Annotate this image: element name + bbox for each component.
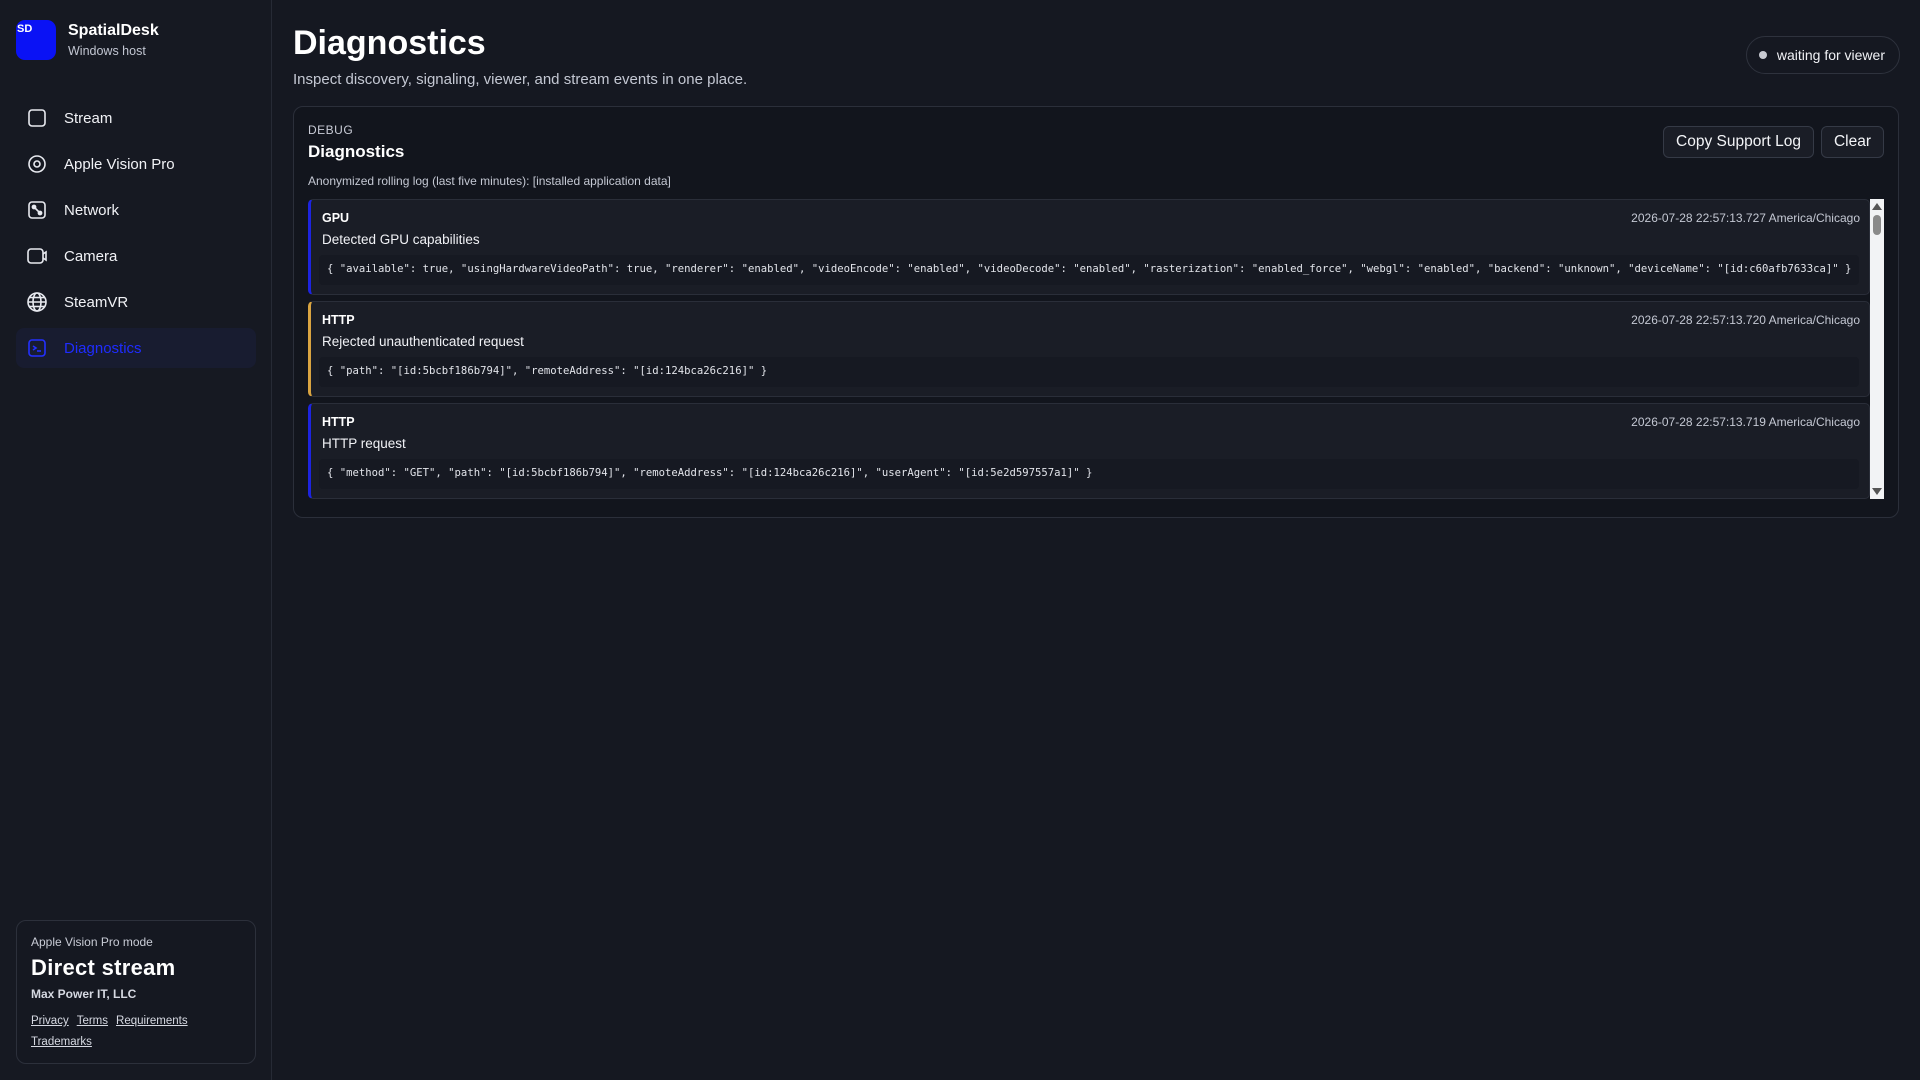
log-payload: { "method": "GET", "path": "[id:5bcbf186… <box>319 459 1859 489</box>
globe-icon <box>26 291 48 313</box>
diagnostics-panel: DEBUG Diagnostics Anonymized rolling log… <box>293 106 1899 518</box>
trademarks-link[interactable]: Trademarks <box>31 1036 92 1048</box>
panel-description: Anonymized rolling log (last five minute… <box>308 174 671 188</box>
brand: SD SpatialDesk Windows host <box>16 20 159 60</box>
brand-subtitle: Windows host <box>68 44 146 58</box>
terms-link[interactable]: Terms <box>77 1015 108 1027</box>
camera-icon <box>26 245 48 267</box>
terminal-icon <box>26 337 48 359</box>
log-entry: HTTP 2026-07-28 22:57:13.719 America/Chi… <box>308 403 1870 499</box>
log-timestamp: 2026-07-28 22:57:13.727 America/Chicago <box>1631 211 1860 225</box>
log-category: HTTP <box>322 415 355 429</box>
sidebar-item-stream[interactable]: Stream <box>16 98 256 138</box>
sidebar-item-label: Diagnostics <box>64 339 142 357</box>
scroll-thumb[interactable] <box>1873 215 1881 235</box>
target-icon <box>26 153 48 175</box>
log-timestamp: 2026-07-28 22:57:13.720 America/Chicago <box>1631 313 1860 327</box>
log-timestamp: 2026-07-28 22:57:13.719 America/Chicago <box>1631 415 1860 429</box>
status-dot-icon <box>1758 51 1767 59</box>
requirements-link[interactable]: Requirements <box>116 1015 188 1027</box>
status-badge: waiting for viewer <box>1745 36 1900 74</box>
sidebar-item-label: Stream <box>64 109 113 127</box>
scroll-up-icon[interactable] <box>1872 203 1882 210</box>
copy-support-log-button[interactable]: Copy Support Log <box>1663 126 1814 158</box>
sidebar-nav: Stream Apple Vision Pro Network Camera S… <box>16 98 256 374</box>
page-title: Diagnostics <box>293 24 486 62</box>
footer-links: Privacy Terms Requirements Trademarks <box>31 1011 211 1053</box>
mode-card: Apple Vision Pro mode Direct stream Max … <box>16 920 256 1064</box>
mode-label: Apple Vision Pro mode <box>31 935 153 949</box>
panel-title: Diagnostics <box>308 142 405 161</box>
scroll-down-icon[interactable] <box>1872 488 1882 495</box>
brand-name: SpatialDesk <box>68 22 159 39</box>
sidebar-item-apple-vision-pro[interactable]: Apple Vision Pro <box>16 144 256 184</box>
sidebar-item-label: SteamVR <box>64 293 129 311</box>
network-icon <box>26 199 48 221</box>
log-payload: { "path": "[id:5bcbf186b794]", "remoteAd… <box>319 357 1859 387</box>
square-icon <box>26 107 48 129</box>
log-message: Detected GPU capabilities <box>322 232 480 247</box>
log-message: HTTP request <box>322 436 406 451</box>
sidebar-item-network[interactable]: Network <box>16 190 256 230</box>
mode-company: Max Power IT, LLC <box>31 987 137 1001</box>
log-category: HTTP <box>322 313 355 327</box>
mode-title: Direct stream <box>31 955 176 980</box>
log-category: GPU <box>322 211 350 225</box>
sidebar-item-camera[interactable]: Camera <box>16 236 256 276</box>
sidebar: SD SpatialDesk Windows host Stream Apple… <box>0 0 272 1080</box>
sidebar-item-label: Apple Vision Pro <box>64 155 175 173</box>
sidebar-item-label: Camera <box>64 247 118 265</box>
log-scrollbar[interactable] <box>1870 199 1884 499</box>
clear-button[interactable]: Clear <box>1820 126 1884 158</box>
brand-logo: SD <box>16 20 56 60</box>
log-list[interactable]: GPU 2026-07-28 22:57:13.727 America/Chic… <box>308 199 1870 499</box>
sidebar-item-steamvr[interactable]: SteamVR <box>16 282 256 322</box>
status-text: waiting for viewer <box>1776 47 1885 63</box>
sidebar-item-label: Network <box>64 201 120 219</box>
page-subtitle: Inspect discovery, signaling, viewer, an… <box>293 71 748 88</box>
log-message: Rejected unauthenticated request <box>322 334 524 349</box>
log-payload: { "available": true, "usingHardwareVideo… <box>319 255 1859 285</box>
log-entry: GPU 2026-07-28 22:57:13.727 America/Chic… <box>308 199 1870 295</box>
privacy-link[interactable]: Privacy <box>31 1015 69 1027</box>
panel-eyebrow: DEBUG <box>308 123 354 137</box>
log-entry: HTTP 2026-07-28 22:57:13.720 America/Chi… <box>308 301 1870 397</box>
sidebar-item-diagnostics[interactable]: Diagnostics <box>16 328 256 368</box>
